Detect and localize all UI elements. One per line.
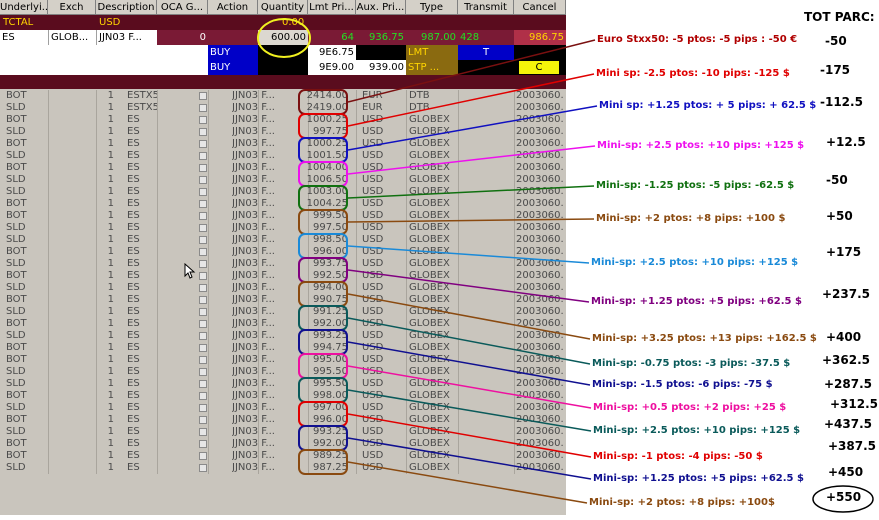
running-total: +400 — [826, 330, 862, 344]
annotation-label: Mini-sp: +2 ptos: +8 pips: +100$ — [589, 497, 775, 508]
annotation-leader-line — [347, 185, 595, 199]
annotation-label: Mini-sp: -1.5 ptos: -6 pips: -75 $ — [592, 379, 773, 390]
trade-pair-highlight — [298, 425, 348, 451]
annotation-leader-line — [347, 437, 592, 480]
annotation-leader-line — [347, 39, 596, 103]
annotation-label: Mini-sp: +2.5 ptos: +10 pips: +125 $ — [591, 257, 799, 268]
running-total: +362.5 — [822, 353, 871, 367]
trade-pair-highlight — [298, 257, 348, 283]
annotation-label: Mini-sp: +1.25 ptos: +5 pips: +62.5 $ — [593, 473, 804, 484]
trade-pair-highlight — [298, 113, 348, 139]
annotation-leader-line — [347, 145, 596, 175]
running-total: +387.5 — [828, 439, 877, 453]
annotation-leader-line — [347, 269, 590, 303]
annotation-label: Mini-sp: -1.25 ptos: -5 pips: -62.5 $ — [596, 180, 795, 191]
annotation-label: Mini-sp: +3.25 ptos: +13 pips: +162.5 $ — [592, 333, 817, 344]
running-total: +450 — [828, 465, 864, 479]
annotation-leader-line — [347, 365, 592, 409]
trade-pair-highlight — [298, 329, 348, 355]
annotation-label: Mini sp: -2.5 ptos: -10 pips: -125 $ — [596, 68, 790, 79]
trade-pair-highlight — [298, 89, 348, 115]
running-total: +312.5 — [830, 397, 879, 411]
annotation-leader-line — [347, 218, 595, 223]
totals-title: TOT PARC: — [804, 10, 875, 24]
trade-pair-highlight — [298, 137, 348, 163]
annotation-leader-line — [347, 245, 590, 264]
screenshot-root: { "headers": ["Underlyi...", "Exch", "De… — [0, 0, 879, 520]
running-total: -50 — [826, 173, 848, 187]
trade-pair-highlight — [298, 161, 348, 187]
annotation-label: Mini-sp: +0.5 ptos: +2 pips: +25 $ — [593, 402, 787, 413]
running-total: +50 — [826, 209, 853, 223]
trade-pair-highlight — [298, 353, 348, 379]
trade-pair-highlight — [298, 449, 348, 475]
annotation-leader-line — [347, 389, 592, 432]
running-total: +12.5 — [826, 135, 866, 149]
annotation-leader-line — [347, 317, 591, 365]
running-total: -112.5 — [820, 95, 863, 109]
annotation-label: Mini-sp: -1 ptos: -4 pips: -50 $ — [593, 451, 763, 462]
trade-pair-highlight — [298, 401, 348, 427]
running-total: +175 — [826, 245, 862, 259]
running-total: -50 — [825, 34, 847, 48]
annotation-leader-line — [347, 105, 598, 151]
running-total: +237.5 — [822, 287, 871, 301]
trade-pair-highlight — [298, 209, 348, 235]
annotation-leader-line — [347, 461, 588, 504]
trade-pair-highlight — [298, 281, 348, 307]
trade-pair-highlight — [298, 377, 348, 403]
annotation-label: Mini-sp: -0.75 ptos: -3 pips: -37.5 $ — [592, 358, 791, 369]
annotation-leader-line — [347, 413, 592, 458]
annotation-leader-line — [347, 293, 591, 340]
annotation-label: Mini-sp: +2.5 ptos: +10 pips: +125 $ — [597, 140, 805, 151]
annotation-label: Mini sp: +1.25 ptos: + 5 pips: + 62.5 $ — [599, 100, 817, 111]
trade-pair-highlight — [298, 233, 348, 259]
annotation-leader-line — [347, 341, 591, 386]
trade-pair-highlight — [298, 305, 348, 331]
running-total: -175 — [820, 63, 851, 77]
quantity-highlight-ellipse — [257, 18, 311, 58]
annotation-label: Mini-sp: +1.25 ptos: +5 pips: +62.5 $ — [591, 296, 802, 307]
running-total: +287.5 — [824, 377, 873, 391]
running-total: +437.5 — [824, 417, 873, 431]
trade-pair-highlight — [298, 185, 348, 211]
annotation-label: Mini-sp: +2 ptos: +8 pips: +100 $ — [596, 213, 786, 224]
annotation-label: Mini-sp: +2.5 ptos: +10 pips: +125 $ — [593, 425, 801, 436]
annotation-leader-line — [347, 73, 595, 127]
annotation-label: Euro Stxx50: -5 ptos: -5 pips : -50 € — [597, 34, 798, 45]
final-total-ellipse — [812, 485, 874, 513]
